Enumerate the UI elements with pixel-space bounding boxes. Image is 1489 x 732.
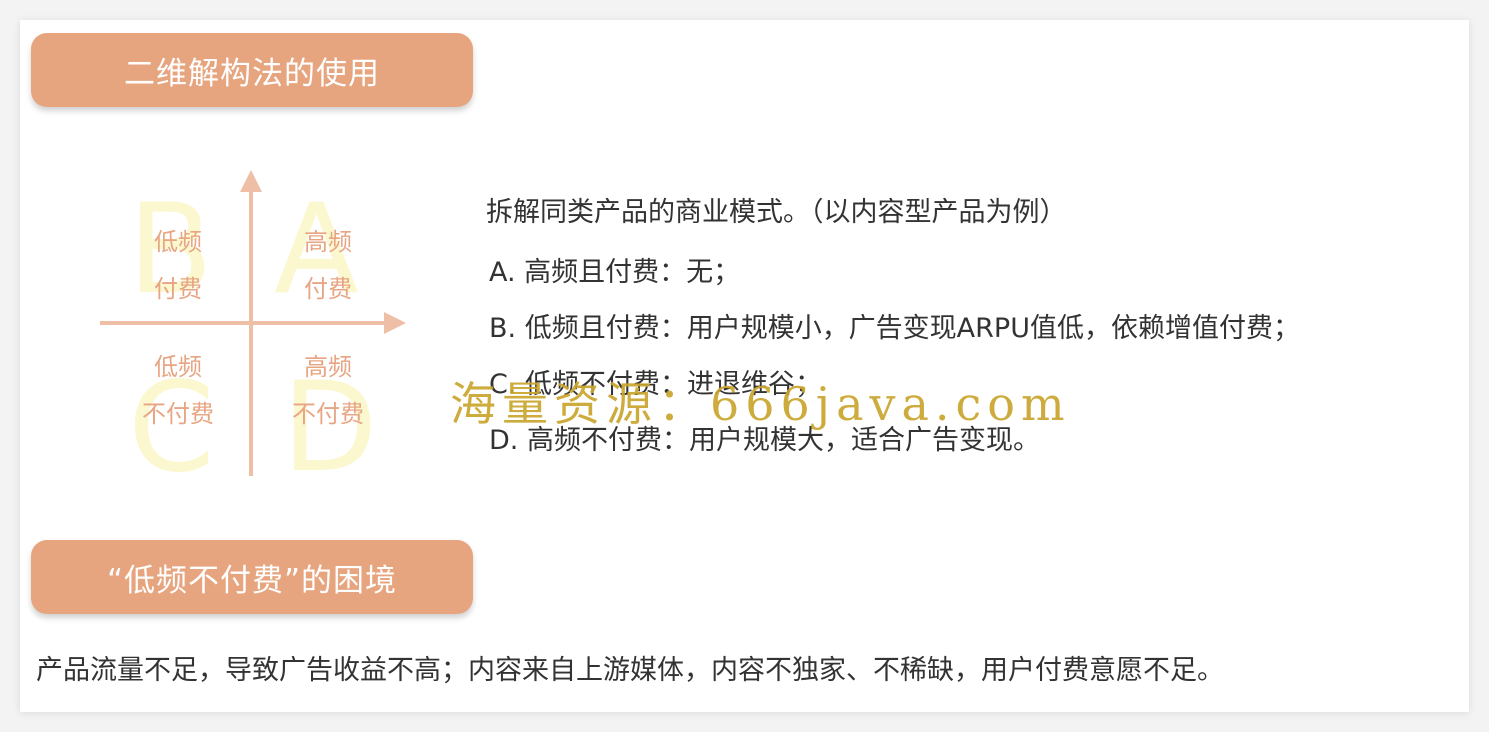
bottom-paragraph: 产品流量不足，导致广告收益不高；内容来自上游媒体，内容不独家、不稀缺，用户付费意…: [36, 655, 1224, 686]
y-axis-arrow-icon: [240, 170, 262, 192]
quadrant-d-label: 高频 不付费: [273, 344, 383, 438]
quadrant-b-line2: 付费: [154, 275, 202, 303]
quadrant-a-line1: 高频: [304, 228, 352, 256]
option-a: A. 高频且付费：无；: [489, 257, 741, 288]
quadrant-d-line1: 高频: [304, 353, 352, 381]
quadrant-a-line2: 付费: [304, 275, 352, 303]
quadrant-b-line1: 低频: [154, 228, 202, 256]
option-b: B. 低频且付费：用户规模小，广告变现ARPU值低，依赖增值付费；: [489, 313, 1300, 344]
quadrant-c-line2: 不付费: [142, 400, 214, 428]
quadrant-c-label: 低频 不付费: [123, 344, 233, 438]
quadrant-d-line2: 不付费: [292, 400, 364, 428]
quadrant-a-label: 高频 付费: [273, 219, 383, 313]
intro-text: 拆解同类产品的商业模式。（以内容型产品为例）: [486, 197, 1067, 228]
section-title-pill-2: “低频不付费”的困境: [31, 540, 473, 614]
x-axis-arrow-icon: [384, 312, 406, 334]
quadrant-c-line1: 低频: [154, 353, 202, 381]
quadrant-b-label: 低频 付费: [123, 219, 233, 313]
section-title-2: “低频不付费”的困境: [106, 562, 398, 599]
watermark-text: 海量资源：666java.com: [450, 377, 1071, 431]
